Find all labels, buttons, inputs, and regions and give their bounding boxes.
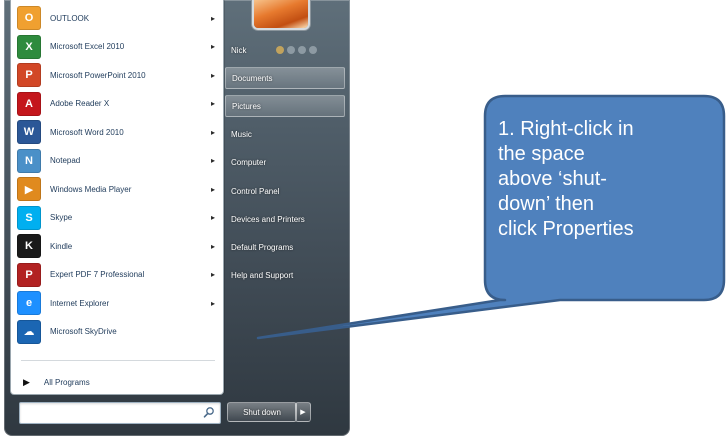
skype-icon: S (17, 205, 41, 230)
jump-list-arrow-icon[interactable]: ▸ (211, 242, 215, 251)
all-programs-button[interactable]: ▶ All Programs (23, 374, 90, 390)
adobe-reader-icon: A (17, 91, 41, 116)
program-item[interactable]: W Microsoft Word 2010 ▸ (17, 118, 217, 146)
jump-list-arrow-icon[interactable]: ▸ (211, 185, 215, 194)
jump-list-arrow-icon[interactable]: ▸ (211, 156, 215, 165)
search-box[interactable] (19, 402, 221, 424)
program-label: Expert PDF 7 Professional (50, 270, 145, 279)
start-link-label: Control Panel (231, 186, 280, 196)
all-programs-arrow-icon: ▶ (23, 376, 30, 387)
start-link-item[interactable]: Computer (225, 152, 345, 174)
jump-list-arrow-icon[interactable]: ▸ (211, 42, 215, 51)
shutdown-label: Shut down (243, 407, 281, 417)
program-label: Microsoft SkyDrive (50, 327, 117, 336)
program-label: Microsoft Excel 2010 (50, 42, 125, 51)
program-item[interactable]: e Internet Explorer ▸ (17, 289, 217, 317)
start-link-item[interactable]: Documents (225, 67, 345, 90)
program-label: Windows Media Player (50, 184, 132, 194)
jump-list-arrow-icon[interactable]: ▸ (211, 299, 215, 308)
program-label: Internet Explorer (50, 298, 110, 308)
shutdown-options-arrow[interactable]: ▶ (295, 402, 311, 422)
start-link-label: Computer (231, 158, 267, 168)
start-link-label: Pictures (232, 101, 261, 111)
callout-text: 1. Right-click in the space above ‘shut-… (498, 118, 634, 240)
jump-list-arrow-icon[interactable]: ▸ (211, 270, 215, 279)
program-item[interactable]: A Adobe Reader X ▸ (17, 90, 217, 118)
user-picture[interactable] (254, 0, 308, 28)
pdf-icon: P (17, 262, 41, 287)
word-icon: W (17, 120, 41, 144)
programs-divider (21, 360, 215, 361)
user-status-icons (276, 46, 317, 54)
program-label: Microsoft PowerPoint 2010 (50, 70, 146, 80)
search-input[interactable] (24, 403, 196, 424)
notepad-icon: N (17, 148, 41, 173)
program-item[interactable]: K Kindle ▸ (17, 232, 217, 260)
status-dot-icon (309, 46, 317, 54)
jump-list-arrow-icon[interactable]: ▸ (211, 99, 215, 108)
start-link-label: Default Programs (231, 242, 294, 252)
start-link-label: Documents (232, 73, 273, 83)
jump-list-arrow-icon[interactable]: ▸ (211, 213, 215, 222)
screenshot-stage: O OUTLOOK ▸ X Microsoft Excel 2010 ▸ P Microsof… (0, 0, 727, 436)
outlook-icon: O (17, 6, 41, 30)
status-dot-icon (276, 46, 284, 54)
shutdown-button[interactable]: Shut down (227, 402, 297, 422)
program-label: Microsoft Word 2010 (50, 127, 124, 137)
start-link-item[interactable]: Music (225, 124, 345, 146)
program-item[interactable]: P Microsoft PowerPoint 2010 ▸ (17, 61, 217, 89)
program-item[interactable]: S Skype ▸ (17, 204, 217, 232)
programs-pane: O OUTLOOK ▸ X Microsoft Excel 2010 ▸ P Microsof… (10, 0, 224, 395)
start-menu: O OUTLOOK ▸ X Microsoft Excel 2010 ▸ P Microsof… (4, 0, 350, 436)
program-item[interactable]: N Notepad ▸ (17, 147, 217, 175)
search-icon[interactable] (203, 406, 215, 418)
powerpoint-icon: P (17, 63, 41, 87)
jump-list-arrow-icon[interactable]: ▸ (211, 128, 215, 137)
skydrive-icon: ☁ (17, 319, 41, 344)
excel-icon: X (17, 34, 41, 59)
internet-explorer-icon: e (17, 291, 41, 315)
start-link-item[interactable]: Devices and Printers (225, 208, 345, 230)
program-label: Adobe Reader X (50, 99, 110, 108)
start-link-label: Help and Support (231, 271, 294, 281)
program-label: OUTLOOK (50, 13, 90, 23)
start-link-item[interactable]: Help and Support (225, 265, 345, 287)
jump-list-arrow-icon[interactable]: ▸ (211, 14, 215, 23)
program-item[interactable]: ▶ Windows Media Player ▸ (17, 175, 217, 203)
status-dot-icon (298, 46, 306, 54)
program-item[interactable]: ☁ Microsoft SkyDrive (17, 318, 217, 346)
start-link-item[interactable]: Pictures (225, 95, 345, 118)
kindle-icon: K (17, 234, 41, 258)
program-item[interactable]: X Microsoft Excel 2010 ▸ (17, 33, 217, 61)
program-item[interactable]: O OUTLOOK ▸ (17, 4, 217, 32)
start-link-label: Devices and Printers (231, 214, 305, 224)
start-link-item[interactable]: Default Programs (225, 236, 345, 258)
program-item[interactable]: P Expert PDF 7 Professional ▸ (17, 261, 217, 289)
all-programs-label: All Programs (43, 377, 90, 387)
chevron-right-icon: ▶ (300, 409, 306, 416)
status-dot-icon (287, 46, 295, 54)
media-player-icon: ▶ (17, 177, 41, 201)
program-label: Skype (50, 213, 73, 222)
jump-list-arrow-icon[interactable]: ▸ (211, 71, 215, 80)
program-label: Notepad (50, 156, 81, 165)
start-link-label: Nick (231, 45, 247, 55)
program-label: Kindle (50, 241, 73, 251)
start-link-label: Music (231, 130, 252, 140)
start-link-item[interactable]: Control Panel (225, 180, 345, 202)
